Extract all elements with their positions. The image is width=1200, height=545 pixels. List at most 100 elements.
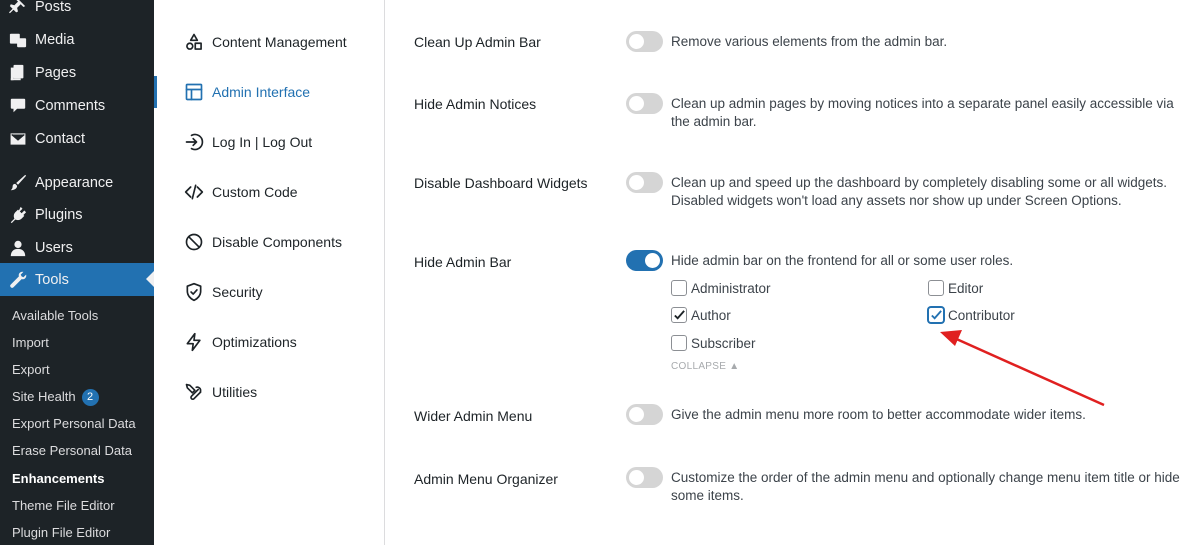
layout-icon bbox=[185, 83, 203, 101]
hide-admin-bar-toggle[interactable] bbox=[626, 250, 663, 271]
bolt-icon bbox=[186, 332, 201, 352]
tab-login-logout[interactable]: Log In | Log Out bbox=[184, 129, 312, 155]
setting-description: Remove various elements from the admin b… bbox=[671, 34, 948, 49]
sidebar-item-tools[interactable]: Tools bbox=[0, 263, 154, 296]
sidebar-item-label: Posts bbox=[35, 0, 72, 15]
submenu-export[interactable]: Export bbox=[12, 360, 50, 380]
tab-label: Utilities bbox=[212, 384, 258, 400]
setting-description: Clean up and speed up the dashboard by c… bbox=[671, 175, 1168, 208]
tab-label: Admin Interface bbox=[212, 84, 311, 100]
sidebar-item-label: Appearance bbox=[35, 174, 114, 191]
role-checkbox-contributor[interactable]: Contributor bbox=[928, 307, 1015, 323]
sidebar-item-label: Users bbox=[35, 239, 73, 256]
setting-label: Clean Up Admin Bar bbox=[414, 34, 541, 50]
hide-admin-notices-toggle[interactable] bbox=[626, 93, 663, 114]
submenu-theme-file-editor[interactable]: Theme File Editor bbox=[12, 496, 115, 516]
submenu-plugin-file-editor[interactable]: Plugin File Editor bbox=[12, 523, 110, 543]
submenu-enhancements[interactable]: Enhancements bbox=[12, 469, 104, 489]
plugin-settings-nav: Content Management Admin Interface Log I… bbox=[154, 0, 385, 545]
sidebar-item-plugins[interactable]: Plugins bbox=[0, 198, 154, 231]
checkbox-label: Editor bbox=[948, 280, 984, 296]
admin-menu-organizer-toggle[interactable] bbox=[626, 467, 663, 488]
submenu-label: Erase Personal Data bbox=[12, 443, 132, 458]
tab-label: Log In | Log Out bbox=[212, 134, 313, 150]
wider-admin-menu-toggle[interactable] bbox=[626, 404, 663, 425]
admin-sidebar: Posts Media Pages Comments Contact Appea… bbox=[0, 0, 154, 545]
notification-badge: 2 bbox=[81, 389, 99, 407]
checkbox-label: Contributor bbox=[948, 307, 1015, 323]
tab-utilities[interactable]: Utilities bbox=[184, 379, 257, 405]
role-checkbox-administrator[interactable]: Administrator bbox=[671, 280, 771, 296]
checkbox-label: Administrator bbox=[691, 280, 771, 296]
submenu-label: Import bbox=[12, 335, 49, 350]
submenu-label: Export Personal Data bbox=[12, 416, 136, 431]
tab-custom-code[interactable]: Custom Code bbox=[184, 179, 298, 205]
tab-label: Content Management bbox=[212, 34, 347, 50]
user-icon bbox=[9, 239, 27, 257]
setting-description: Hide admin bar on the frontend for all o… bbox=[671, 253, 1014, 268]
sidebar-item-appearance[interactable]: Appearance bbox=[0, 166, 154, 199]
settings-panel: Clean Up Admin Bar Remove various elemen… bbox=[386, 0, 1200, 545]
role-checkbox-author[interactable]: Author bbox=[671, 307, 731, 323]
submenu-label: Enhancements bbox=[12, 471, 105, 486]
sidebar-item-contact[interactable]: Contact bbox=[0, 122, 154, 155]
login-icon bbox=[185, 133, 204, 151]
submenu-export-personal-data[interactable]: Export Personal Data bbox=[12, 414, 136, 434]
code-icon bbox=[184, 184, 204, 200]
submenu-label: Theme File Editor bbox=[12, 498, 115, 513]
setting-label: Hide Admin Bar bbox=[414, 254, 512, 270]
sidebar-item-media[interactable]: Media bbox=[0, 23, 154, 56]
checkbox-label: Author bbox=[691, 307, 731, 323]
tab-label: Disable Components bbox=[212, 234, 342, 250]
submenu-label: Site Health bbox=[12, 389, 76, 404]
pin-icon bbox=[9, 0, 27, 16]
submenu-erase-personal-data[interactable]: Erase Personal Data bbox=[12, 441, 132, 461]
submenu-site-health[interactable]: Site Health 2 bbox=[12, 387, 99, 407]
sidebar-item-label: Contact bbox=[35, 130, 85, 147]
active-tab-indicator bbox=[154, 76, 157, 108]
submenu-import[interactable]: Import bbox=[12, 333, 49, 353]
setting-label: Wider Admin Menu bbox=[414, 408, 533, 424]
pages-icon bbox=[9, 64, 27, 82]
wrench-icon bbox=[9, 271, 27, 289]
setting-label: Hide Admin Notices bbox=[414, 96, 537, 112]
setting-description: Customize the order of the admin menu an… bbox=[671, 470, 1180, 503]
tab-label: Optimizations bbox=[212, 334, 297, 350]
checkbox[interactable] bbox=[928, 280, 944, 296]
tab-content-management[interactable]: Content Management bbox=[184, 29, 347, 55]
sidebar-item-label: Tools bbox=[35, 271, 69, 288]
setting-description: Give the admin menu more room to better … bbox=[671, 407, 1086, 422]
sidebar-item-users[interactable]: Users bbox=[0, 231, 154, 264]
role-checkbox-editor[interactable]: Editor bbox=[928, 280, 983, 296]
shield-icon bbox=[186, 282, 202, 302]
setting-description: Clean up admin pages by moving notices i… bbox=[671, 96, 1174, 129]
checkbox[interactable] bbox=[928, 307, 944, 323]
tab-disable-components[interactable]: Disable Components bbox=[184, 229, 342, 255]
collapse-link[interactable]: COLLAPSE ▲ bbox=[671, 361, 739, 372]
checkbox[interactable] bbox=[671, 307, 687, 323]
tab-label: Custom Code bbox=[212, 184, 298, 200]
role-checkbox-subscriber[interactable]: Subscriber bbox=[671, 335, 756, 351]
submenu-available-tools[interactable]: Available Tools bbox=[12, 306, 98, 326]
comment-icon bbox=[9, 97, 27, 115]
shapes-icon bbox=[186, 33, 202, 50]
sidebar-item-pages[interactable]: Pages bbox=[0, 56, 154, 89]
checkbox[interactable] bbox=[671, 280, 687, 296]
tab-admin-interface[interactable]: Admin Interface bbox=[184, 79, 310, 105]
tab-security[interactable]: Security bbox=[184, 279, 263, 305]
sidebar-item-posts[interactable]: Posts bbox=[0, 0, 154, 23]
tab-optimizations[interactable]: Optimizations bbox=[184, 329, 297, 355]
sidebar-item-comments[interactable]: Comments bbox=[0, 89, 154, 122]
media-icon bbox=[9, 31, 27, 49]
ban-icon bbox=[185, 233, 203, 251]
submenu-label: Plugin File Editor bbox=[12, 525, 111, 540]
checkbox[interactable] bbox=[671, 335, 687, 351]
mail-icon bbox=[9, 130, 27, 148]
disable-dashboard-widgets-toggle[interactable] bbox=[626, 172, 663, 193]
setting-label: Disable Dashboard Widgets bbox=[414, 175, 588, 191]
tools-icon bbox=[185, 383, 202, 400]
submenu-label: Export bbox=[12, 362, 50, 377]
clean-up-admin-bar-toggle[interactable] bbox=[626, 31, 663, 52]
sidebar-item-label: Comments bbox=[35, 97, 106, 114]
setting-label: Admin Menu Organizer bbox=[414, 471, 558, 487]
